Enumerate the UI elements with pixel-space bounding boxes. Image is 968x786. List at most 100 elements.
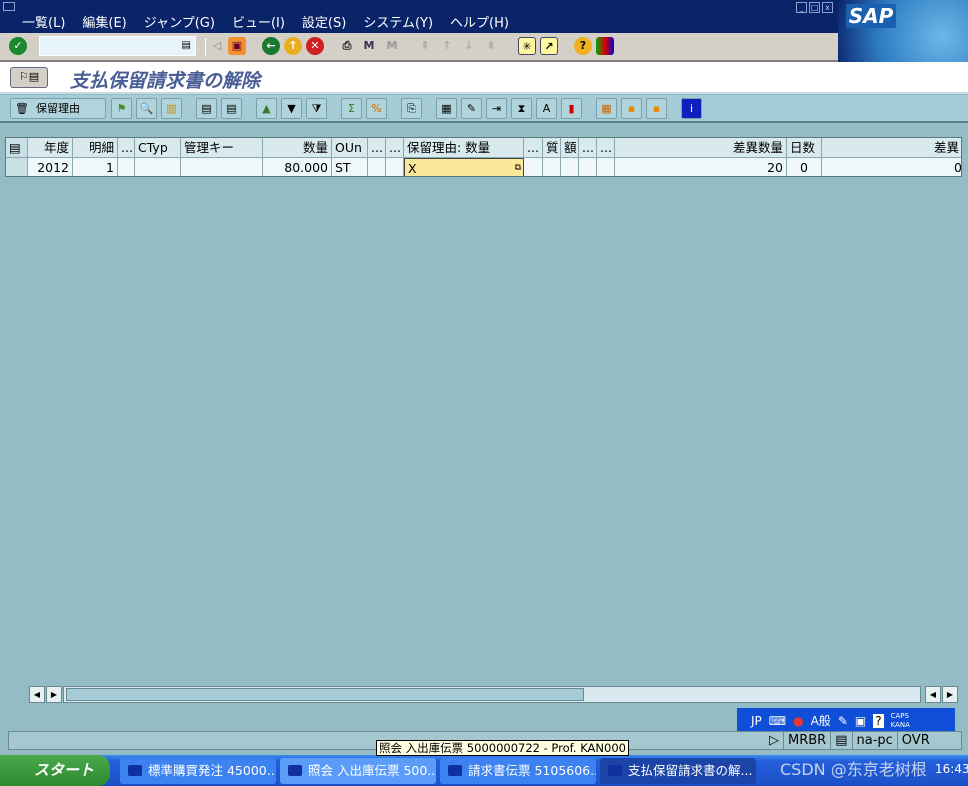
col-header[interactable]: ... — [118, 138, 135, 158]
next-page-icon[interactable]: ↓ — [460, 37, 478, 55]
help-icon[interactable]: ? — [574, 37, 592, 55]
new-session-icon[interactable]: ✳ — [518, 37, 536, 55]
variant-icon[interactable]: ⚐▤ — [10, 67, 48, 88]
cancel-icon[interactable]: ✕ — [306, 37, 324, 55]
col-header[interactable]: ... — [597, 138, 615, 158]
menu-help[interactable]: ヘルプ(H) — [450, 12, 509, 31]
print-icon[interactable]: ⎙ — [338, 37, 356, 55]
menu-goto[interactable]: ジャンプ(G) — [144, 12, 215, 31]
ime-lang[interactable]: JP — [751, 714, 762, 728]
ime-input-mode[interactable]: A般 — [811, 712, 831, 729]
f4-help-icon[interactable]: ⧉ — [515, 159, 521, 176]
ime-toolbox-icon[interactable]: ▣ — [855, 714, 866, 728]
enter-icon[interactable]: ✓ — [9, 37, 27, 55]
select-all-icon[interactable]: ▤ — [196, 98, 217, 119]
status-insert-mode[interactable]: OVR — [896, 732, 934, 750]
col-header-variance-qty[interactable]: 差異数量 — [615, 138, 787, 158]
graphic-text-icon[interactable]: A — [536, 98, 557, 119]
first-page-icon[interactable]: ⇞ — [416, 37, 434, 55]
col-header-amount[interactable]: 額 — [561, 138, 579, 158]
cell-days: 0 — [787, 158, 822, 176]
history-icon[interactable]: ▤ — [182, 40, 191, 51]
col-header-quality[interactable]: 質 — [543, 138, 561, 158]
hold-reason-qty-input[interactable]: X ⧉ — [404, 158, 524, 176]
scroll-right-icon[interactable]: ▶ — [46, 686, 62, 703]
col-header[interactable]: ... — [579, 138, 597, 158]
taskbar-item[interactable]: 標準購買発注 45000... — [120, 758, 276, 784]
col-header-year[interactable]: 年度 — [28, 138, 73, 158]
scrollbar-thumb[interactable] — [66, 688, 584, 701]
start-label: スタート — [34, 761, 95, 779]
taskbar-item[interactable]: 請求書伝票 5105606... — [440, 758, 596, 784]
layout-menu-icon[interactable] — [596, 37, 614, 55]
horizontal-scrollbar[interactable] — [63, 686, 921, 703]
filter-icon[interactable]: ⧩ — [306, 98, 327, 119]
word-processing-icon[interactable]: ✎ — [461, 98, 482, 119]
scroll-right-end-icon[interactable]: ▶ — [942, 686, 958, 703]
collapse-icon[interactable]: ◁ — [208, 37, 226, 55]
command-field[interactable]: ▤ — [39, 36, 196, 56]
find-icon[interactable]: M — [360, 37, 378, 55]
col-header-variance[interactable]: 差異 — [822, 138, 961, 158]
details-icon[interactable]: 🔍 — [136, 98, 157, 119]
save-icon[interactable]: ▣ — [228, 37, 246, 55]
system-menu-icon[interactable] — [3, 2, 15, 11]
select-all-rows-icon[interactable]: ▤ — [6, 138, 28, 158]
flag-icon[interactable]: ⚑ — [111, 98, 132, 119]
menu-list[interactable]: 一覧(L) — [22, 12, 65, 31]
col-header-days[interactable]: 日数 — [787, 138, 822, 158]
taskbar-item[interactable]: 照会 入出庫伝票 500... — [280, 758, 436, 784]
row-selector[interactable] — [6, 158, 28, 176]
columns-icon[interactable]: ▥ — [161, 98, 182, 119]
status-system-icon[interactable]: ▤ — [830, 732, 851, 750]
exit-icon[interactable]: ↑ — [284, 37, 302, 55]
menu-edit[interactable]: 編集(E) — [82, 12, 126, 31]
maximize-icon[interactable]: □ — [809, 2, 820, 13]
col-header-hold-reason-qty[interactable]: 保留理由: 数量 — [404, 138, 524, 158]
ime-tools-icon[interactable]: ✎ — [838, 714, 848, 728]
sort-descending-icon[interactable]: ▼ — [281, 98, 302, 119]
menu-settings[interactable]: 設定(S) — [302, 12, 346, 31]
change-layout-icon[interactable]: ▦ — [596, 98, 617, 119]
keyboard-icon[interactable]: ⌨ — [769, 714, 786, 728]
chart-icon[interactable]: ▮ — [561, 98, 582, 119]
col-header-quantity[interactable]: 数量 — [263, 138, 332, 158]
col-header-oun[interactable]: OUn — [332, 138, 368, 158]
previous-page-icon[interactable]: ↑ — [438, 37, 456, 55]
close-icon[interactable]: x — [822, 2, 833, 13]
ime-pad-icon[interactable]: ● — [793, 714, 803, 728]
sort-ascending-icon[interactable]: ▲ — [256, 98, 277, 119]
abc-analysis-icon[interactable]: ⧗ — [511, 98, 532, 119]
scroll-left-end-icon[interactable]: ◀ — [925, 686, 941, 703]
col-header-item[interactable]: 明細 — [73, 138, 118, 158]
col-header-control-key[interactable]: 管理キー — [181, 138, 263, 158]
ime-help-icon[interactable]: ? — [873, 713, 884, 728]
col-header[interactable]: ... — [386, 138, 404, 158]
minimize-icon[interactable]: _ — [796, 2, 807, 13]
menu-system[interactable]: システム(Y) — [363, 12, 433, 31]
cell-quality — [543, 158, 561, 176]
local-file-icon[interactable]: ⇥ — [486, 98, 507, 119]
save-layout-icon[interactable]: ▪ — [646, 98, 667, 119]
last-page-icon[interactable]: ⇟ — [482, 37, 500, 55]
start-button[interactable]: スタート — [0, 755, 110, 786]
hold-reason-label: 保留理由 — [35, 102, 80, 115]
total-icon[interactable]: Σ — [341, 98, 362, 119]
col-header[interactable]: ... — [524, 138, 543, 158]
find-next-icon[interactable]: M — [383, 37, 401, 55]
deselect-all-icon[interactable]: ▤ — [221, 98, 242, 119]
export-icon[interactable]: ▦ — [436, 98, 457, 119]
status-expand-icon[interactable]: ▷ — [765, 732, 783, 750]
scroll-left-icon[interactable]: ◀ — [29, 686, 45, 703]
col-header-ctyp[interactable]: CTyp — [135, 138, 181, 158]
info-icon[interactable]: i — [681, 98, 702, 119]
select-layout-icon[interactable]: ▪ — [621, 98, 642, 119]
print-preview-icon[interactable]: ⎘ — [401, 98, 422, 119]
subtotal-icon[interactable]: % — [366, 98, 387, 119]
hold-reason-button[interactable]: 🗑 保留理由 — [10, 98, 106, 119]
back-icon[interactable]: ← — [262, 37, 280, 55]
menu-view[interactable]: ビュー(I) — [232, 12, 285, 31]
shortcut-icon[interactable]: ↗ — [540, 37, 558, 55]
col-header[interactable]: ... — [368, 138, 386, 158]
taskbar-item-active[interactable]: 支払保留請求書の解... — [600, 758, 756, 784]
